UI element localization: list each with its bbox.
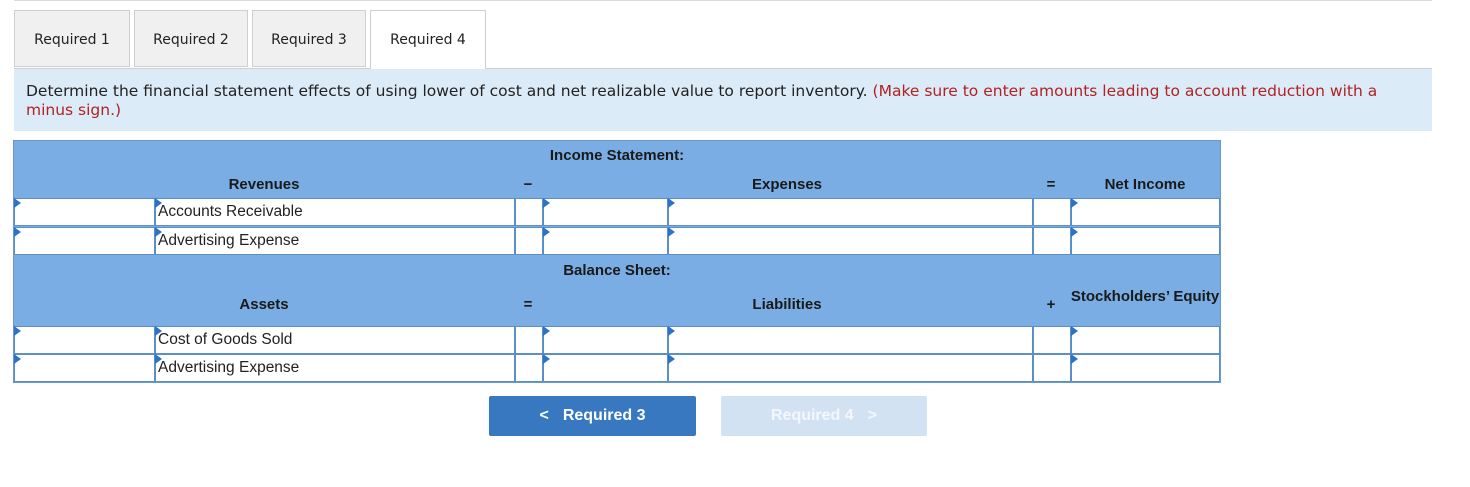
chevron-left-icon: < — [539, 407, 549, 424]
dropdown-marker-icon — [543, 227, 550, 237]
equity-input[interactable] — [1071, 354, 1220, 382]
plus-operator: + — [1046, 296, 1056, 313]
revenue-account-select[interactable]: Advertising Expense — [155, 227, 515, 255]
balance-sheet-title: Balance Sheet: — [563, 262, 671, 279]
expense-value-input[interactable] — [543, 198, 668, 226]
operator-input[interactable] — [515, 227, 543, 255]
asset-account-label: Advertising Expense — [158, 359, 300, 376]
revenue-account-select[interactable]: Accounts Receivable — [155, 198, 515, 226]
tab-required-1[interactable]: Required 1 — [14, 10, 130, 67]
dropdown-marker-icon — [543, 326, 550, 336]
dropdown-marker-icon — [14, 354, 21, 364]
operator-input[interactable] — [1033, 354, 1071, 382]
net-income-input[interactable] — [1071, 227, 1220, 255]
top-divider — [14, 0, 1432, 1]
dropdown-marker-icon — [668, 227, 675, 237]
dropdown-marker-icon — [155, 198, 162, 208]
expense-value-input[interactable] — [543, 227, 668, 255]
income-statement-title: Income Statement: — [549, 147, 685, 164]
instruction-panel: Determine the financial statement effect… — [14, 69, 1432, 131]
next-required-4-button[interactable]: Required 4 > — [721, 396, 927, 436]
net-income-header: Net Income — [1104, 176, 1186, 193]
dropdown-marker-icon — [1071, 227, 1078, 237]
operator-input[interactable] — [515, 354, 543, 382]
equals-operator: = — [523, 296, 533, 313]
equity-input[interactable] — [1071, 326, 1220, 354]
stockholders-equity-header: Stockholders’ Equity — [1070, 288, 1220, 305]
prev-button-label: Required 3 — [562, 407, 646, 424]
expense-account-select[interactable] — [668, 198, 1033, 226]
dropdown-marker-icon — [1071, 198, 1078, 208]
expenses-header: Expenses — [751, 176, 823, 193]
minus-operator: − — [523, 176, 533, 193]
dropdown-marker-icon — [155, 354, 162, 364]
dropdown-marker-icon — [14, 326, 21, 336]
tab-required-4[interactable]: Required 4 — [370, 10, 486, 69]
liability-value-input[interactable] — [543, 326, 668, 354]
tab-required-3[interactable]: Required 3 — [252, 10, 366, 67]
revenue-account-label: Accounts Receivable — [158, 203, 303, 220]
operator-input[interactable] — [1033, 198, 1071, 226]
dropdown-marker-icon — [155, 227, 162, 237]
prev-required-3-button[interactable]: < Required 3 — [489, 396, 696, 436]
operator-input[interactable] — [515, 326, 543, 354]
liability-value-input[interactable] — [543, 354, 668, 382]
chevron-right-icon: > — [867, 407, 878, 424]
operator-input[interactable] — [1033, 227, 1071, 255]
dropdown-marker-icon — [543, 198, 550, 208]
financial-effects-table: Income Statement: Revenues − Expenses = … — [13, 140, 1221, 383]
dropdown-marker-icon — [14, 198, 21, 208]
next-button-label: Required 4 — [770, 407, 854, 424]
operator-input[interactable] — [1033, 326, 1071, 354]
dropdown-marker-icon — [155, 326, 162, 336]
dropdown-marker-icon — [668, 354, 675, 364]
revenue-value-input[interactable] — [14, 227, 155, 255]
expense-account-select[interactable] — [668, 227, 1033, 255]
equals-operator: = — [1046, 176, 1056, 193]
assets-header: Assets — [239, 296, 289, 313]
asset-value-input[interactable] — [14, 354, 155, 382]
net-income-input[interactable] — [1071, 198, 1220, 226]
revenue-account-label: Advertising Expense — [158, 232, 300, 249]
dropdown-marker-icon — [14, 227, 21, 237]
dropdown-marker-icon — [668, 198, 675, 208]
revenue-value-input[interactable] — [14, 198, 155, 226]
asset-value-input[interactable] — [14, 326, 155, 354]
dropdown-marker-icon — [1071, 354, 1078, 364]
dropdown-marker-icon — [1071, 326, 1078, 336]
asset-account-select[interactable]: Advertising Expense — [155, 354, 515, 382]
liability-account-select[interactable] — [668, 354, 1033, 382]
tab-required-2[interactable]: Required 2 — [134, 10, 248, 67]
revenues-header: Revenues — [228, 176, 300, 193]
dropdown-marker-icon — [543, 354, 550, 364]
asset-account-select[interactable]: Cost of Goods Sold — [155, 326, 515, 354]
dropdown-marker-icon — [668, 326, 675, 336]
instruction-text: Determine the financial statement effect… — [26, 82, 868, 100]
operator-input[interactable] — [515, 198, 543, 226]
liabilities-header: Liabilities — [752, 296, 822, 313]
asset-account-label: Cost of Goods Sold — [158, 331, 293, 348]
liability-account-select[interactable] — [668, 326, 1033, 354]
